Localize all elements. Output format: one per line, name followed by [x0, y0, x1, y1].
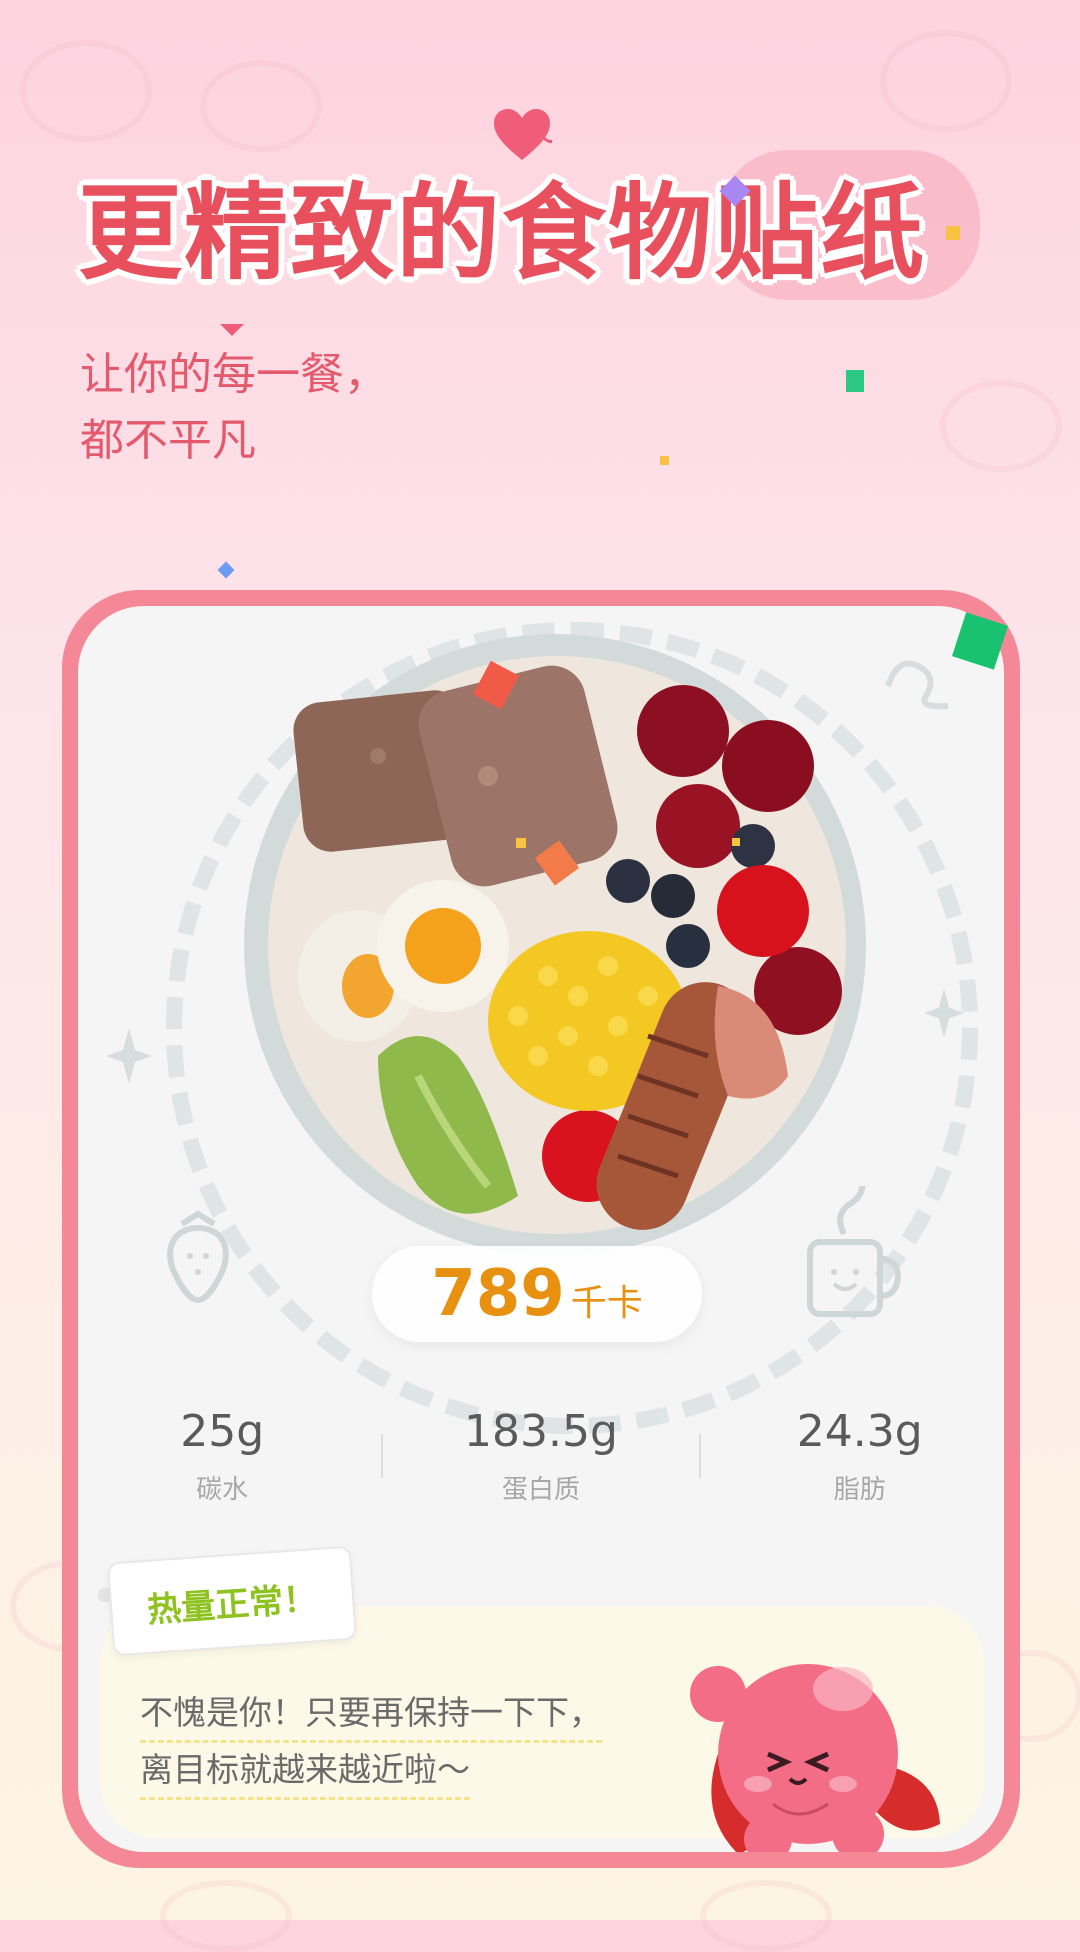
macro-value: 25g — [180, 1406, 265, 1457]
bg-pattern — [940, 380, 1062, 472]
macro-label: 蛋白质 — [501, 1475, 580, 1505]
sparkle-doodle-icon — [923, 988, 965, 1038]
status-label: 热量正常！ — [146, 1578, 319, 1631]
subtitle-line-1: 让你的每一餐， — [80, 349, 388, 400]
meal-card: 789 千卡 25g 碳水 183.5g 蛋白质 24.3g 脂肪 不愧是你！只… — [62, 590, 1020, 1868]
sparkle-doodle-icon — [106, 1028, 152, 1084]
confetti — [846, 370, 864, 392]
doodle-squiggle — [885, 660, 949, 710]
bg-pattern — [880, 30, 1012, 132]
macro-fat: 24.3g 脂肪 — [730, 1406, 990, 1506]
page-title: 更精致的食物贴纸 — [78, 172, 927, 294]
food-illustration — [293, 665, 842, 1230]
meal-card-body: 789 千卡 25g 碳水 183.5g 蛋白质 24.3g 脂肪 不愧是你！只… — [78, 606, 1004, 1852]
calories-unit: 千卡 — [570, 1283, 643, 1324]
strawberry-doodle-icon — [167, 1210, 229, 1304]
calories-value: 789 — [431, 1257, 565, 1331]
bg-pattern — [700, 1880, 832, 1952]
confetti — [732, 838, 740, 846]
status-badge: 热量正常！ — [107, 1545, 357, 1657]
confetti — [660, 456, 669, 465]
feedback-line-2: 离目标就越来越近啦～ — [140, 1743, 470, 1800]
food-plate-photo — [268, 656, 846, 1234]
confetti — [220, 324, 244, 336]
page-subtitle: 让你的每一餐， 都不平凡 — [80, 342, 388, 474]
divider — [699, 1434, 702, 1478]
confetti — [946, 226, 960, 240]
calories-badge: 789 千卡 — [372, 1246, 702, 1342]
bg-pattern — [200, 60, 322, 152]
divider — [380, 1434, 383, 1478]
macro-label: 碳水 — [196, 1475, 249, 1505]
confetti — [217, 561, 235, 579]
macro-value: 183.5g — [464, 1406, 618, 1457]
confetti — [516, 838, 526, 848]
macro-summary: 25g 碳水 183.5g 蛋白质 24.3g 脂肪 — [78, 1396, 1004, 1516]
mascot-icon — [690, 1664, 940, 1852]
subtitle-line-2: 都不平凡 — [80, 415, 256, 466]
feedback-line-1: 不愧是你！只要再保持一下下， — [140, 1686, 602, 1743]
bg-pattern — [160, 1880, 292, 1952]
feedback-text: 不愧是你！只要再保持一下下， 离目标就越来越近啦～ — [140, 1686, 660, 1800]
macro-value: 24.3g — [796, 1406, 923, 1457]
bg-pattern — [20, 40, 152, 142]
macro-carbs: 25g 碳水 — [92, 1406, 352, 1506]
macro-protein: 183.5g 蛋白质 — [411, 1406, 671, 1506]
heart-icon — [494, 109, 552, 160]
macro-label: 脂肪 — [833, 1475, 886, 1505]
